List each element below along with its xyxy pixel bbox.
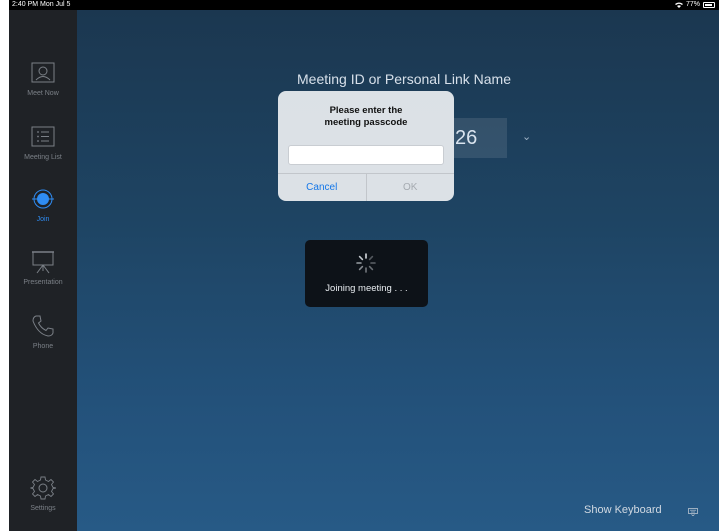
- sidebar-item-label: Join: [36, 216, 50, 223]
- status-time: 2:40 PM Mon Jul 5: [12, 1, 71, 8]
- dialog-buttons: Cancel OK: [278, 173, 454, 201]
- battery-percent: 77%: [685, 1, 700, 8]
- sidebar-item-settings[interactable]: Settings: [9, 475, 77, 525]
- keyboard-icon[interactable]: [688, 508, 698, 516]
- sidebar-item-join[interactable]: Join: [9, 186, 77, 236]
- app-screen: Meet Now Meeting List Join Presentation: [9, 10, 719, 531]
- joining-hud: Joining meeting . . .: [305, 240, 428, 307]
- passcode-input[interactable]: [288, 145, 444, 165]
- sidebar-item-label: Settings: [30, 505, 56, 512]
- page-title: Meeting ID or Personal Link Name: [297, 71, 511, 87]
- settings-icon: [30, 475, 56, 501]
- meeting-list-icon: [30, 124, 56, 150]
- join-icon: [30, 186, 56, 212]
- cancel-button[interactable]: Cancel: [278, 174, 367, 201]
- wifi-icon: [674, 2, 683, 8]
- meet-now-icon: [30, 60, 56, 86]
- hud-label: Joining meeting . . .: [325, 283, 408, 294]
- sidebar-item-label: Meeting List: [24, 154, 62, 161]
- status-indicators: 77%: [674, 0, 715, 10]
- sidebar-item-phone[interactable]: Phone: [9, 313, 77, 363]
- sidebar: Meet Now Meeting List Join Presentation: [9, 10, 77, 531]
- sidebar-item-label: Presentation: [23, 279, 63, 286]
- sidebar-item-presentation[interactable]: Presentation: [9, 249, 77, 299]
- sidebar-item-label: Meet Now: [27, 90, 59, 97]
- phone-icon: [30, 313, 56, 339]
- sidebar-item-meeting-list[interactable]: Meeting List: [9, 124, 77, 174]
- dialog-title-line-2: meeting passcode: [324, 117, 408, 128]
- status-bar: 2:40 PM Mon Jul 5 77%: [9, 0, 719, 10]
- chevron-down-icon[interactable]: ⌄: [522, 130, 531, 143]
- spinner-icon: [356, 253, 376, 273]
- passcode-dialog: Please enter the meeting passcode Cancel…: [278, 91, 454, 201]
- meeting-id-field[interactable]: 26: [449, 118, 507, 158]
- show-keyboard-button[interactable]: Show Keyboard: [584, 504, 662, 516]
- battery-icon: [703, 2, 715, 8]
- dialog-title-line-1: Please enter the: [329, 105, 403, 116]
- sidebar-item-label: Phone: [32, 343, 54, 350]
- dialog-title: Please enter the meeting passcode: [278, 105, 454, 129]
- sidebar-item-meet-now[interactable]: Meet Now: [9, 60, 77, 110]
- ok-button[interactable]: OK: [367, 174, 455, 201]
- presentation-icon: [30, 249, 56, 275]
